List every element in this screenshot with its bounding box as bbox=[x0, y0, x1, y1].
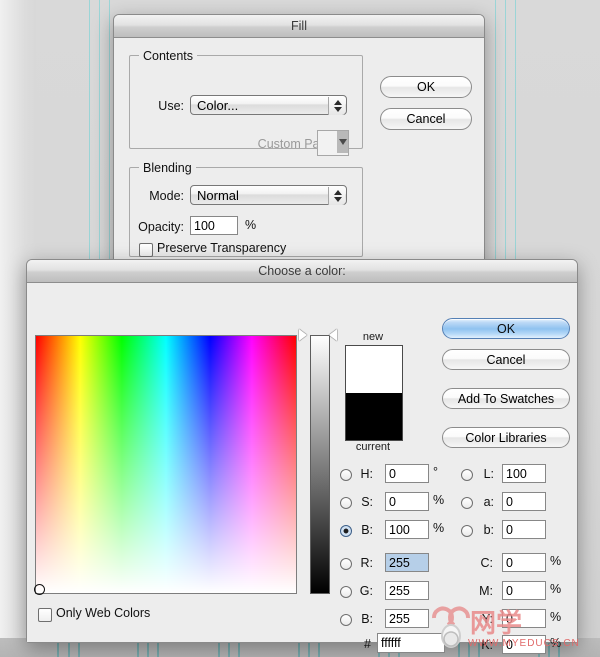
hex-label: # bbox=[364, 637, 371, 651]
black-input[interactable] bbox=[502, 635, 546, 654]
radio-blue[interactable] bbox=[340, 614, 352, 626]
red-label: R: bbox=[360, 556, 374, 570]
lab-a-input[interactable] bbox=[502, 492, 546, 511]
blue-label: B: bbox=[361, 612, 373, 626]
lab-a-label: a: bbox=[483, 495, 494, 509]
red-input[interactable] bbox=[385, 553, 429, 572]
only-web-colors-label: Only Web Colors bbox=[56, 606, 151, 620]
lab-b-input[interactable] bbox=[502, 520, 546, 539]
swatch-current-label: current bbox=[355, 441, 391, 453]
brightness-input[interactable] bbox=[385, 520, 429, 539]
lab-b-label: b: bbox=[483, 523, 494, 537]
yellow-label: Y: bbox=[481, 612, 493, 626]
chevron-updown-icon bbox=[328, 187, 345, 205]
mode-label: Mode: bbox=[149, 189, 184, 203]
fill-cancel-button[interactable]: Cancel bbox=[380, 108, 472, 130]
slider-marker-left-icon[interactable] bbox=[299, 329, 307, 341]
swatch-new-label: new bbox=[362, 331, 384, 343]
magenta-input[interactable] bbox=[502, 581, 546, 600]
add-to-swatches-button[interactable]: Add To Swatches bbox=[442, 388, 570, 409]
fill-dialog-titlebar[interactable]: Fill bbox=[114, 15, 484, 38]
custom-pattern-swatch[interactable] bbox=[317, 130, 349, 156]
fill-dialog-title: Fill bbox=[291, 19, 307, 33]
color-picker-title: Choose a color: bbox=[258, 264, 346, 278]
yellow-input[interactable] bbox=[502, 609, 546, 628]
color-picker-body: new current OK Cancel Add To Swatches Co… bbox=[27, 283, 577, 654]
opacity-label: Opacity: bbox=[138, 220, 184, 234]
radio-green[interactable] bbox=[340, 586, 352, 598]
chevron-updown-icon bbox=[328, 97, 345, 115]
contents-group-legend: Contents bbox=[139, 49, 198, 63]
brightness-unit: % bbox=[433, 521, 445, 535]
radio-lightness[interactable] bbox=[461, 469, 473, 481]
green-input[interactable] bbox=[385, 581, 429, 600]
saturation-unit: % bbox=[433, 493, 445, 507]
color-swatch-preview[interactable] bbox=[345, 345, 403, 441]
magenta-label: M: bbox=[479, 584, 493, 598]
chevron-down-icon bbox=[339, 139, 347, 145]
color-libraries-button[interactable]: Color Libraries bbox=[442, 427, 570, 448]
radio-brightness[interactable] bbox=[340, 525, 352, 537]
yellow-unit: % bbox=[550, 610, 562, 624]
green-label: G: bbox=[359, 584, 373, 598]
magenta-unit: % bbox=[550, 582, 562, 596]
cyan-label: C: bbox=[480, 556, 494, 570]
mode-select[interactable]: Normal bbox=[190, 185, 347, 205]
use-select-value: Color... bbox=[197, 98, 239, 113]
lightness-label: L: bbox=[483, 467, 494, 481]
black-label: K: bbox=[481, 638, 493, 652]
saturation-label: S: bbox=[361, 495, 373, 509]
color-spectrum[interactable] bbox=[34, 335, 297, 595]
slider-marker-right-icon[interactable] bbox=[329, 329, 337, 341]
picker-cancel-button[interactable]: Cancel bbox=[442, 349, 570, 370]
use-label: Use: bbox=[158, 99, 184, 113]
hue-unit: ° bbox=[433, 465, 438, 479]
radio-hue[interactable] bbox=[340, 469, 352, 481]
color-picker-titlebar[interactable]: Choose a color: bbox=[27, 260, 577, 283]
black-unit: % bbox=[550, 636, 562, 650]
custom-pattern-dropdown[interactable] bbox=[337, 131, 348, 153]
opacity-unit: % bbox=[245, 218, 257, 232]
hex-input[interactable] bbox=[377, 633, 445, 653]
only-web-colors-checkbox[interactable] bbox=[38, 608, 52, 622]
saturation-input[interactable] bbox=[385, 492, 429, 511]
blending-group-legend: Blending bbox=[139, 161, 196, 175]
brightness-slider[interactable] bbox=[310, 335, 330, 594]
cyan-unit: % bbox=[550, 554, 562, 568]
use-select[interactable]: Color... bbox=[190, 95, 347, 115]
swatch-current-color bbox=[346, 393, 402, 440]
mode-select-value: Normal bbox=[197, 188, 239, 203]
picker-ok-button[interactable]: OK bbox=[442, 318, 570, 339]
fill-ok-button[interactable]: OK bbox=[380, 76, 472, 98]
fill-dialog: Fill Contents Use: Color... Custom Patte… bbox=[113, 14, 485, 264]
blue-input[interactable] bbox=[385, 609, 429, 628]
radio-lab-a[interactable] bbox=[461, 497, 473, 509]
preserve-transparency-label: Preserve Transparency bbox=[157, 241, 287, 255]
color-picker-dialog: Choose a color: new current OK Cancel Ad… bbox=[26, 259, 578, 654]
radio-lab-b[interactable] bbox=[461, 525, 473, 537]
fill-dialog-body: Contents Use: Color... Custom Pattern: B… bbox=[114, 38, 484, 263]
cyan-input[interactable] bbox=[502, 553, 546, 572]
hue-label: H: bbox=[360, 467, 374, 481]
brightness-label: B: bbox=[361, 523, 373, 537]
swatch-new-color bbox=[346, 346, 402, 393]
radio-saturation[interactable] bbox=[340, 497, 352, 509]
radio-red[interactable] bbox=[340, 558, 352, 570]
opacity-input[interactable] bbox=[190, 216, 238, 235]
lightness-input[interactable] bbox=[502, 464, 546, 483]
spectrum-cursor[interactable] bbox=[34, 584, 45, 595]
preserve-transparency-checkbox[interactable] bbox=[139, 243, 153, 257]
hue-input[interactable] bbox=[385, 464, 429, 483]
